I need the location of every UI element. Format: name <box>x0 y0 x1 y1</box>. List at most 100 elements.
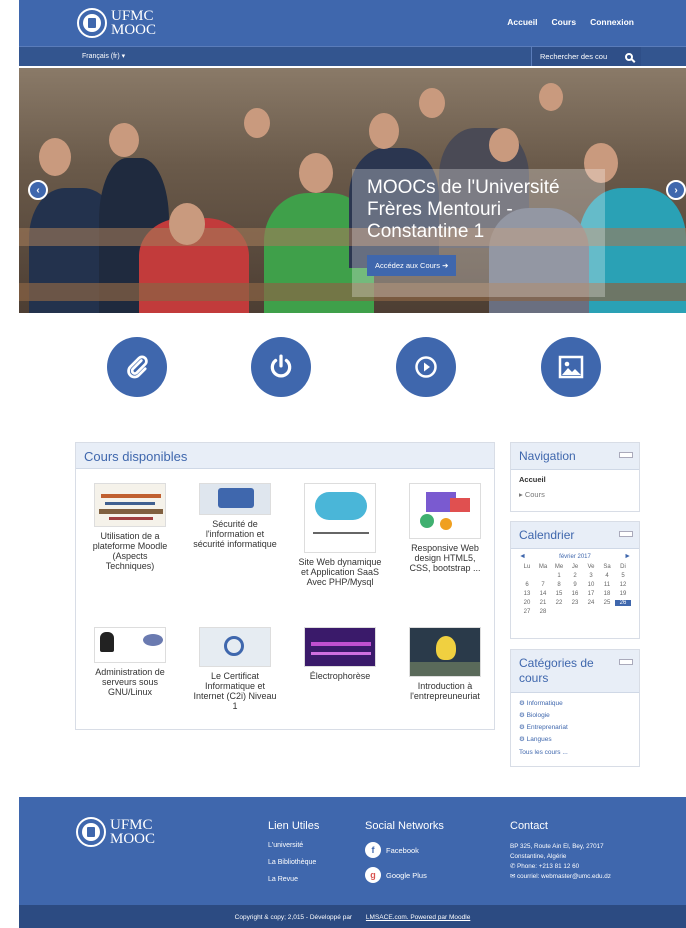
google-plus-link[interactable]: g Google Plus <box>365 867 444 883</box>
calendar-date[interactable]: 11 <box>599 582 615 588</box>
categories-title: Catégories de cours <box>511 650 639 693</box>
calendar-date[interactable]: 22 <box>551 600 567 606</box>
course-card[interactable]: Introduction à l'entrepreuneuriat <box>403 627 487 701</box>
calendar-date[interactable]: 10 <box>583 582 599 588</box>
calendar-date[interactable]: 3 <box>583 573 599 579</box>
block-controls-icon[interactable] <box>619 659 633 665</box>
footer-link[interactable]: La Revue <box>268 876 319 883</box>
course-card[interactable]: Site Web dynamique et Application SaaS A… <box>298 483 382 587</box>
calendar-date[interactable]: 6 <box>519 582 535 588</box>
calendar-date[interactable]: 19 <box>615 591 631 597</box>
course-thumbnail <box>304 483 376 553</box>
calendar-date[interactable]: 7 <box>535 582 551 588</box>
block-controls-icon[interactable] <box>619 531 633 537</box>
calendar-date[interactable]: 23 <box>567 600 583 606</box>
course-title[interactable]: Sécurité de l'information et sécurité in… <box>193 519 277 549</box>
hero-cta-button[interactable]: Accédez aux Cours ➔ <box>367 255 457 276</box>
calendar-next-icon[interactable]: ► <box>624 553 631 560</box>
calendar-date[interactable]: 12 <box>615 582 631 588</box>
calendar-date[interactable]: 8 <box>551 582 567 588</box>
contact-email[interactable]: ✉ courriel: webmaster@umc.edu.dz <box>510 872 611 882</box>
calendar-date[interactable]: 9 <box>567 582 583 588</box>
course-title[interactable]: Le Certificat Informatique et Internet (… <box>193 671 277 711</box>
calendar-date[interactable]: 27 <box>519 609 535 615</box>
nav-accueil[interactable]: Accueil <box>507 17 537 27</box>
calendar-date[interactable]: 15 <box>551 591 567 597</box>
calendar-prev-icon[interactable]: ◄ <box>519 553 526 560</box>
footer-contact: Contact BP 325, Route Ain El, Bey, 27017… <box>510 820 611 882</box>
calendar-date[interactable]: 2 <box>567 573 583 579</box>
logo-line-1: UFMC <box>111 8 154 24</box>
calendar-date[interactable]: 5 <box>615 573 631 579</box>
calendar-title: Calendrier <box>511 522 639 549</box>
category-item[interactable]: ⚙ Biologie <box>511 709 639 721</box>
image-icon[interactable] <box>541 337 601 397</box>
search-input[interactable]: Rechercher des cou <box>540 52 607 61</box>
footer-link[interactable]: La Bibliothèque <box>268 859 319 866</box>
calendar-date[interactable]: 4 <box>599 573 615 579</box>
all-courses-link[interactable]: Tous les cours ... <box>511 745 639 758</box>
facebook-link[interactable]: f Facebook <box>365 842 444 858</box>
logo-emblem-icon <box>76 817 106 847</box>
available-courses-panel: Cours disponibles Utilisation de a plate… <box>75 442 495 730</box>
calendar-date[interactable]: 25 <box>599 600 615 606</box>
category-item[interactable]: ⚙ Langues <box>511 733 639 745</box>
carousel-next-button[interactable]: › <box>666 180 686 200</box>
calendar-date[interactable]: 20 <box>519 600 535 606</box>
course-card[interactable]: Responsive Web design HTML5, CSS, bootst… <box>403 483 487 573</box>
course-card[interactable]: Le Certificat Informatique et Internet (… <box>193 627 277 711</box>
contact-email-text: courriel: webmaster@umc.edu.dz <box>517 873 611 880</box>
course-card[interactable]: Administration de serveurs sous GNU/Linu… <box>88 627 172 697</box>
course-thumbnail <box>304 627 376 667</box>
footer-logo[interactable]: UFMC MOOC <box>76 817 155 847</box>
carousel-prev-button[interactable]: ‹ <box>28 180 48 200</box>
calendar-date[interactable]: 1 <box>551 573 567 579</box>
course-card[interactable]: Sécurité de l'information et sécurité in… <box>193 483 277 549</box>
footer-link[interactable]: L'université <box>268 842 319 849</box>
calendar-date[interactable]: 21 <box>535 600 551 606</box>
navigation-courses-link[interactable]: ▸ Cours <box>511 487 639 502</box>
folder-icon: ⚙ <box>519 736 527 743</box>
course-card[interactable]: Utilisation de a plateforme Moodle (Aspe… <box>88 483 172 571</box>
contact-title: Contact <box>510 820 548 832</box>
credits-link[interactable]: LMSACE.com. Powered par Moodle <box>366 914 470 921</box>
calendar-date[interactable]: 13 <box>519 591 535 597</box>
footer: UFMC MOOC Lien Utiles L'université La Bi… <box>19 797 686 905</box>
navigation-home-link[interactable]: Accueil <box>511 470 639 487</box>
block-controls-icon[interactable] <box>619 452 633 458</box>
search-icon[interactable] <box>625 52 633 61</box>
calendar-day-header: Ve <box>587 564 595 570</box>
course-title[interactable]: Site Web dynamique et Application SaaS A… <box>298 557 382 587</box>
course-title[interactable]: Administration de serveurs sous GNU/Linu… <box>88 667 172 697</box>
play-icon[interactable] <box>396 337 456 397</box>
calendar-grid: Lu Ma Me Je Ve Sa Di 1 2 3 4 5 6 7 8 9 10 11 12 13 14 15 16 17 1… <box>519 564 631 615</box>
calendar-date <box>519 573 535 579</box>
language-selector[interactable]: Français (fr) ▾ <box>82 52 125 60</box>
power-icon[interactable] <box>251 337 311 397</box>
nav-cours[interactable]: Cours <box>552 17 577 27</box>
search-box[interactable]: Rechercher des cou <box>531 47 641 66</box>
category-item[interactable]: ⚙ Informatique <box>511 697 639 709</box>
course-card[interactable]: Électrophorèse <box>298 627 382 681</box>
calendar-date[interactable]: 16 <box>567 591 583 597</box>
facebook-label: Facebook <box>386 845 419 855</box>
site-logo[interactable]: UFMC MOOC <box>77 8 156 38</box>
nav-connexion[interactable]: Connexion <box>590 17 634 27</box>
course-title[interactable]: Introduction à l'entrepreuneuriat <box>403 681 487 701</box>
useful-links-title: Lien Utiles <box>268 820 320 832</box>
calendar-date[interactable]: 18 <box>599 591 615 597</box>
course-title[interactable]: Utilisation de a plateforme Moodle (Aspe… <box>88 531 172 571</box>
folder-icon: ⚙ <box>519 700 527 707</box>
category-item[interactable]: ⚙ Entreprenariat <box>511 721 639 733</box>
courses-title: Cours disponibles <box>76 443 494 469</box>
calendar-date[interactable]: 28 <box>535 609 551 615</box>
calendar-date[interactable]: 24 <box>583 600 599 606</box>
calendar-date[interactable]: 17 <box>583 591 599 597</box>
course-title[interactable]: Électrophorèse <box>298 671 382 681</box>
calendar-date[interactable]: 26 <box>615 600 631 606</box>
course-thumbnail <box>94 627 166 663</box>
calendar-date[interactable]: 14 <box>535 591 551 597</box>
course-title[interactable]: Responsive Web design HTML5, CSS, bootst… <box>403 543 487 573</box>
paperclip-icon[interactable] <box>107 337 167 397</box>
main-nav: Accueil Cours Connexion <box>507 17 634 27</box>
